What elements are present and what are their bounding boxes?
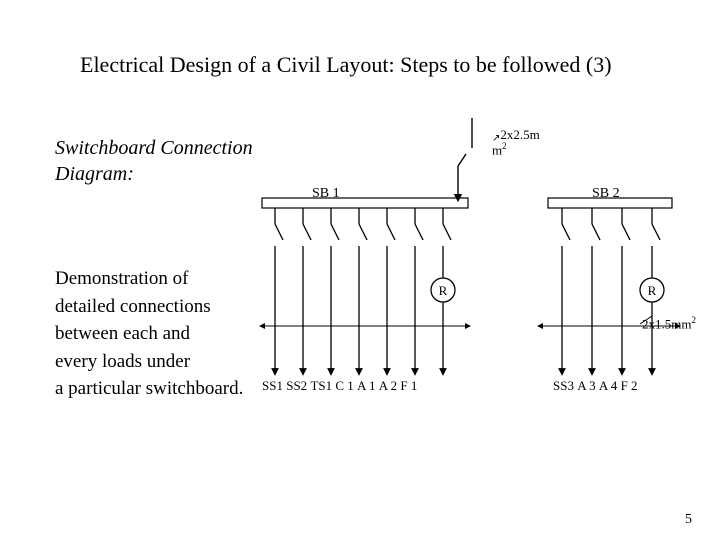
feeder-cable-note: 2x1.5mm2 [642, 315, 696, 332]
subtitle-line-2: Diagram: [55, 163, 134, 185]
sb1-label: SB 1 [312, 186, 340, 202]
sb1-regulator-label: R [439, 283, 448, 298]
desc-line-1: Demonstration of [55, 268, 189, 289]
desc-line-4: every loads under [55, 351, 190, 372]
subtitle-line-1: Switchboard Connection [55, 137, 253, 159]
diagram-description: Demonstration of detailed connections be… [55, 265, 243, 403]
sb1-feeders [275, 208, 455, 372]
sb1-feeder-labels: SS1 SS2 TS1 C 1 A 1 A 2 F 1 [262, 378, 417, 394]
page-title: Electrical Design of a Civil Layout: Ste… [80, 52, 680, 78]
sb1-busbar [262, 118, 472, 208]
diagram-subtitle: Switchboard Connection Diagram: [55, 135, 253, 187]
desc-line-5: a particular switchboard. [55, 378, 243, 399]
page-number: 5 [685, 512, 692, 528]
sb2-feeders [562, 208, 664, 372]
sb2-feeder-labels: SS3 A 3 A 4 F 2 [553, 378, 638, 394]
desc-line-3: between each and [55, 323, 190, 344]
desc-line-2: detailed connections [55, 296, 211, 317]
arrow-down-left-icon: ↗ [492, 134, 500, 144]
sb2-regulator-label: R [648, 283, 657, 298]
incomer-cable-note: ↗2x2.5m m2 [492, 128, 540, 156]
sb2-label: SB 2 [592, 186, 620, 202]
